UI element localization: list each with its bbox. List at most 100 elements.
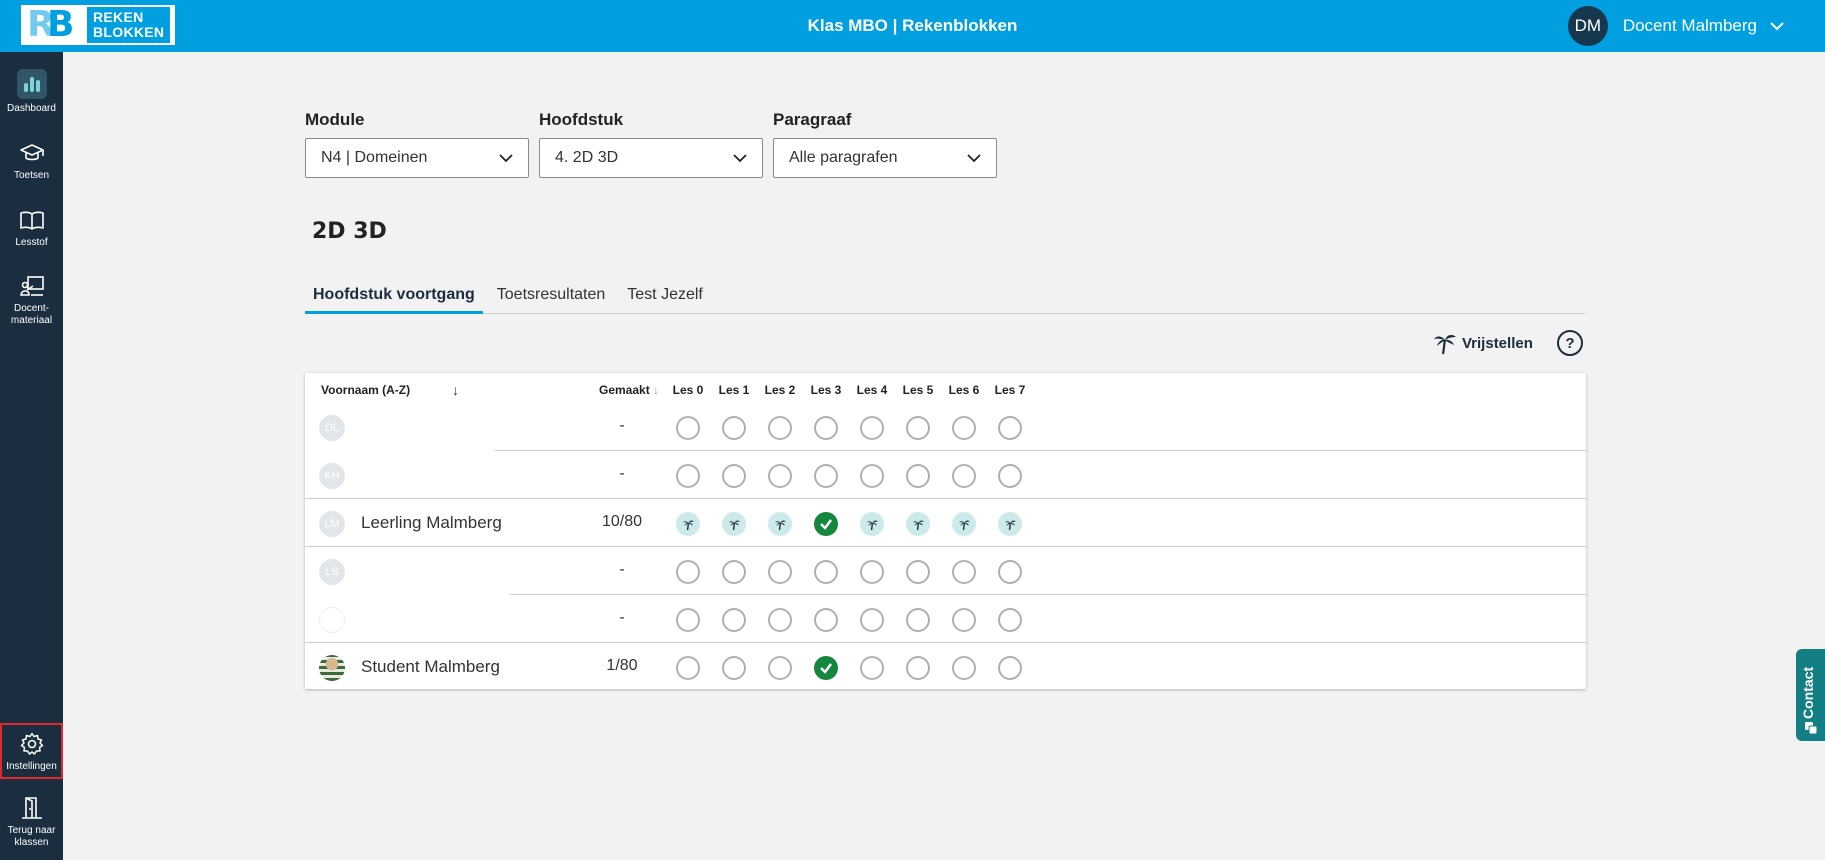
lesson-status-done[interactable]: [814, 512, 838, 536]
module-select[interactable]: N4 | Domeinen: [305, 138, 529, 178]
table-row[interactable]: Student Malmberg 1/80: [305, 643, 1586, 691]
lesson-status-empty[interactable]: [860, 464, 884, 488]
tab-test-jezelf[interactable]: Test Jezelf: [619, 282, 711, 314]
column-header-lesson: Les 7: [994, 383, 1026, 397]
lesson-status-empty[interactable]: [814, 560, 838, 584]
lesson-status-empty[interactable]: [722, 416, 746, 440]
table-row[interactable]: -: [305, 595, 1586, 643]
palm-tree-icon: [912, 520, 924, 530]
lesson-status-exempt[interactable]: [722, 512, 746, 536]
paragraph-select[interactable]: Alle paragrafen: [773, 138, 997, 178]
tab-bar: Hoofdstuk voortgang Toetsresultaten Test…: [305, 282, 1585, 314]
lesson-status-empty[interactable]: [768, 416, 792, 440]
lesson-status-empty[interactable]: [676, 608, 700, 632]
chapter-label: Hoofdstuk: [539, 110, 624, 129]
lesson-status-empty[interactable]: [814, 416, 838, 440]
made-count: 1/80: [606, 657, 638, 674]
paragraph-filter: Paragraaf Alle paragrafen: [773, 110, 997, 178]
lesson-status-empty[interactable]: [906, 656, 930, 680]
lesson-status-exempt[interactable]: [860, 512, 884, 536]
lesson-status-empty[interactable]: [952, 560, 976, 584]
lesson-status-empty[interactable]: [676, 416, 700, 440]
table-row[interactable]: DL -: [305, 403, 1586, 451]
lesson-status-empty[interactable]: [998, 656, 1022, 680]
exempt-label: Vrijstellen: [1462, 334, 1533, 352]
lesson-status-empty[interactable]: [768, 560, 792, 584]
lesson-status-exempt[interactable]: [952, 512, 976, 536]
lesson-status-empty[interactable]: [722, 560, 746, 584]
lesson-status-empty[interactable]: [722, 464, 746, 488]
lesson-status-empty[interactable]: [952, 656, 976, 680]
lesson-status-exempt[interactable]: [906, 512, 930, 536]
lesson-status-empty[interactable]: [998, 608, 1022, 632]
lesson-status-empty[interactable]: [676, 656, 700, 680]
tab-hoofdstuk-voortgang[interactable]: Hoofdstuk voortgang: [305, 282, 483, 314]
lesson-status-exempt[interactable]: [998, 512, 1022, 536]
sidebar-item-dashboard[interactable]: Dashboard: [0, 69, 63, 115]
lesson-status-empty[interactable]: [676, 560, 700, 584]
module-label: Module: [305, 110, 365, 129]
lesson-status-empty[interactable]: [906, 464, 930, 488]
column-header-lesson: Les 3: [810, 383, 842, 397]
student-name[interactable]: Student Malmberg: [361, 657, 500, 677]
column-header-lesson: Les 4: [856, 383, 888, 397]
lesson-status-empty[interactable]: [860, 608, 884, 632]
table-row[interactable]: LS -: [305, 547, 1586, 595]
student-name[interactable]: Leerling Malmberg: [361, 513, 502, 533]
exempt-button[interactable]: Vrijstellen: [1432, 330, 1533, 356]
sidebar-item-label: Toetsen: [13, 170, 50, 181]
lesson-status-empty[interactable]: [998, 416, 1022, 440]
lesson-status-empty[interactable]: [722, 608, 746, 632]
palm-tree-icon: [866, 520, 878, 530]
lesson-status-empty[interactable]: [860, 560, 884, 584]
lesson-status-empty[interactable]: [814, 608, 838, 632]
lesson-status-empty[interactable]: [906, 608, 930, 632]
logo-mark: RB: [27, 4, 75, 45]
lesson-status-empty[interactable]: [768, 608, 792, 632]
sidebar-item-docentmateriaal[interactable]: Docent- materiaal: [0, 273, 63, 327]
user-avatar: DM: [1567, 6, 1608, 46]
lesson-status-empty[interactable]: [906, 560, 930, 584]
lesson-status-empty[interactable]: [814, 464, 838, 488]
column-header-name[interactable]: Voornaam (A-Z): [321, 383, 410, 397]
rekenblokken-logo[interactable]: RB REKEN BLOKKEN: [21, 5, 175, 45]
chapter-filter: Hoofdstuk 4. 2D 3D: [539, 110, 763, 178]
lesson-status-empty[interactable]: [952, 464, 976, 488]
chapter-title: 2D 3D: [312, 219, 387, 244]
user-menu[interactable]: DM Docent Malmberg: [1567, 6, 1785, 46]
lesson-status-empty[interactable]: [998, 560, 1022, 584]
sidebar-item-toetsen[interactable]: Toetsen: [0, 140, 63, 182]
lesson-status-empty[interactable]: [906, 416, 930, 440]
contact-tab[interactable]: Contact: [1796, 649, 1825, 741]
lesson-status-empty[interactable]: [676, 464, 700, 488]
help-button[interactable]: ?: [1557, 330, 1583, 356]
hidden-name-area: [353, 595, 493, 643]
column-header-lesson: Les 6: [948, 383, 980, 397]
lesson-status-empty[interactable]: [722, 656, 746, 680]
lesson-status-empty[interactable]: [952, 608, 976, 632]
lesson-status-empty[interactable]: [768, 656, 792, 680]
column-header-lesson: Les 1: [718, 383, 750, 397]
lesson-status-exempt[interactable]: [768, 512, 792, 536]
sidebar-item-instellingen[interactable]: Instellingen: [0, 723, 63, 779]
lesson-status-empty[interactable]: [998, 464, 1022, 488]
sidebar-item-lesstof[interactable]: Lesstof: [0, 207, 63, 249]
teacher-board-icon: [19, 276, 44, 296]
lesson-status-done[interactable]: [814, 656, 838, 680]
tab-toetsresultaten[interactable]: Toetsresultaten: [489, 282, 614, 314]
chapter-select[interactable]: 4. 2D 3D: [539, 138, 763, 178]
chevron-down-icon: [967, 154, 981, 163]
lesson-status-exempt[interactable]: [676, 512, 700, 536]
table-row[interactable]: LM Leerling Malmberg 10/80: [305, 499, 1586, 547]
paragraph-value: Alle paragrafen: [789, 149, 898, 166]
made-count: -: [619, 609, 625, 626]
table-row[interactable]: KH -: [305, 451, 1586, 499]
column-header-made[interactable]: Gemaakt ↓: [599, 383, 659, 397]
sidebar-item-terug-naar-klassen[interactable]: Terug naar klassen: [0, 795, 63, 849]
lesson-status-empty[interactable]: [952, 416, 976, 440]
lesson-status-empty[interactable]: [768, 464, 792, 488]
sort-arrow-icon[interactable]: ↓: [452, 382, 459, 398]
lesson-status-empty[interactable]: [860, 656, 884, 680]
lesson-status-empty[interactable]: [860, 416, 884, 440]
contact-label: Contact: [1800, 666, 1816, 719]
